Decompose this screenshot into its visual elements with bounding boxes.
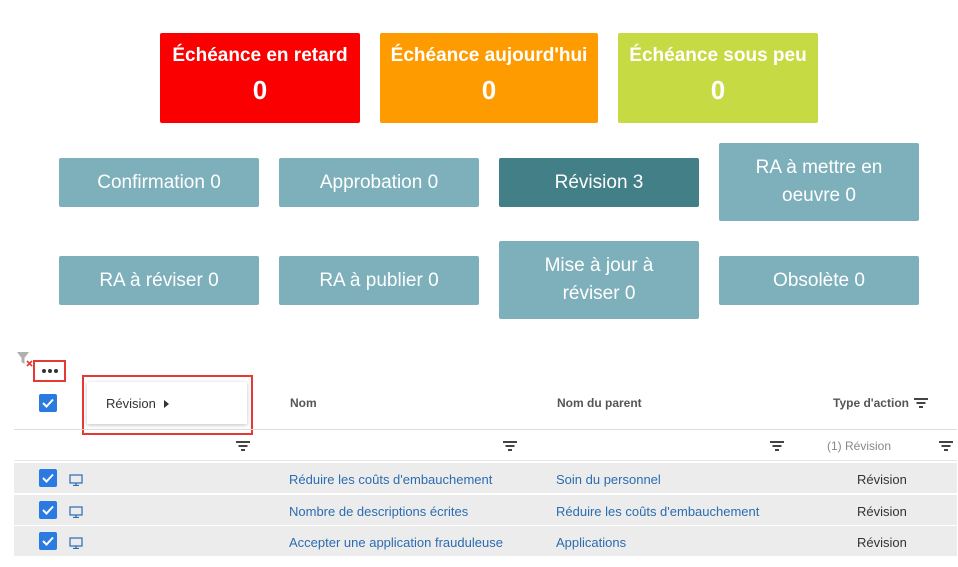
- clear-filter-icon[interactable]: [16, 351, 34, 367]
- monitor-icon[interactable]: [69, 474, 83, 486]
- caret-right-icon: [163, 399, 169, 408]
- row-parent-link[interactable]: Soin du personnel: [556, 472, 661, 487]
- tile-ra-publier[interactable]: RA à publier 0: [279, 256, 479, 305]
- group-by-revision-item[interactable]: Révision: [87, 382, 247, 424]
- due-late-card[interactable]: Échéance en retard 0: [160, 33, 360, 123]
- row-name-link[interactable]: Nombre de descriptions écrites: [289, 504, 468, 519]
- due-soon-count: 0: [710, 75, 726, 105]
- row-parent-link[interactable]: Réduire les coûts d'embauchement: [556, 504, 759, 519]
- due-today-card[interactable]: Échéance aujourd'hui 0: [380, 33, 598, 123]
- group-by-label: Révision: [106, 395, 156, 411]
- tile-confirmation[interactable]: Confirmation 0: [59, 158, 259, 207]
- due-late-count: 0: [252, 75, 268, 105]
- group-by-menu: Révision: [82, 375, 253, 435]
- row-name-link[interactable]: Réduire les coûts d'embauchement: [289, 472, 492, 487]
- type-action-filter-value[interactable]: (1) Révision: [827, 439, 891, 453]
- row-parent-link[interactable]: Applications: [556, 535, 626, 550]
- tile-revision[interactable]: Révision 3: [499, 158, 699, 207]
- row-name-link[interactable]: Accepter une application frauduleuse: [289, 535, 503, 550]
- row-action-type: Révision: [857, 535, 907, 550]
- table-row: Accepter une application frauduleuse App…: [14, 526, 957, 557]
- monitor-icon[interactable]: [69, 506, 83, 518]
- checkmark-icon: [42, 505, 54, 515]
- tile-obsolete[interactable]: Obsolète 0: [719, 256, 919, 305]
- more-dot: [53, 369, 58, 373]
- table-row: Nombre de descriptions écrites Réduire l…: [14, 495, 957, 526]
- checkmark-icon: [42, 536, 54, 546]
- more-options-button[interactable]: [33, 360, 66, 382]
- row-action-type: Révision: [857, 504, 907, 519]
- header-divider: [14, 429, 957, 430]
- monitor-icon[interactable]: [69, 537, 83, 549]
- row-checkbox[interactable]: [39, 532, 57, 550]
- tile-approbation[interactable]: Approbation 0: [279, 158, 479, 207]
- tile-ra-mettre-en-oeuvre[interactable]: RA à mettre en oeuvre 0: [719, 143, 919, 221]
- due-today-count: 0: [481, 75, 497, 105]
- filter-icon-nom-parent[interactable]: [770, 441, 784, 451]
- filter-divider: [14, 460, 957, 461]
- due-soon-title: Échéance sous peu: [629, 45, 807, 66]
- due-late-title: Échéance en retard: [172, 45, 348, 66]
- header-filter-icon[interactable]: [914, 398, 928, 408]
- filter-icon-type-action[interactable]: [939, 441, 953, 451]
- header-nom-parent[interactable]: Nom du parent: [557, 396, 642, 410]
- row-action-type: Révision: [857, 472, 907, 487]
- due-today-title: Échéance aujourd'hui: [390, 45, 588, 66]
- select-all-checkbox[interactable]: [39, 394, 57, 412]
- checkmark-icon: [42, 398, 54, 408]
- tile-mise-a-jour[interactable]: Mise à jour à réviser 0: [499, 241, 699, 319]
- table-row: Réduire les coûts d'embauchement Soin du…: [14, 463, 957, 494]
- filter-icon-nom[interactable]: [503, 441, 517, 451]
- more-dot: [47, 369, 52, 373]
- due-soon-card[interactable]: Échéance sous peu 0: [618, 33, 818, 123]
- checkmark-icon: [42, 473, 54, 483]
- more-dot: [41, 369, 46, 373]
- header-type-action[interactable]: Type d'action: [833, 396, 909, 410]
- row-checkbox[interactable]: [39, 501, 57, 519]
- filter-icon-col1[interactable]: [236, 441, 250, 451]
- header-nom[interactable]: Nom: [290, 396, 317, 410]
- tile-ra-reviser[interactable]: RA à réviser 0: [59, 256, 259, 305]
- row-checkbox[interactable]: [39, 469, 57, 487]
